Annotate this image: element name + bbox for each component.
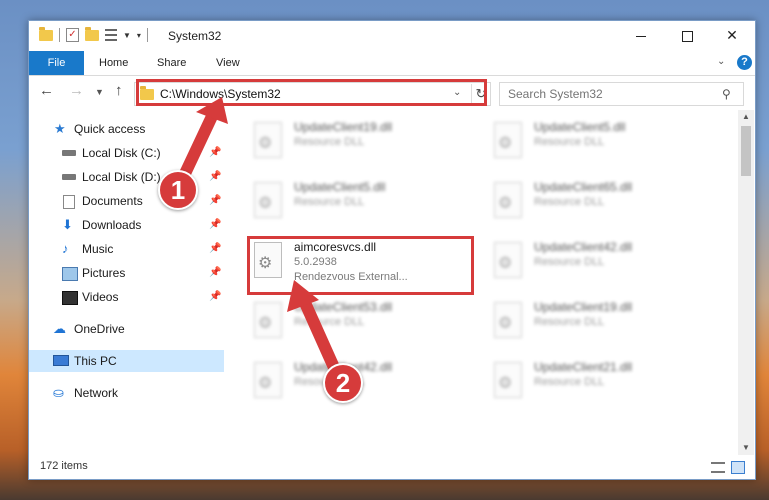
callout-step-1: 1 xyxy=(158,170,198,210)
arrow-1 xyxy=(176,97,228,186)
arrow-2 xyxy=(287,280,342,378)
callout-step-2: 2 xyxy=(323,363,363,403)
callout-arrows xyxy=(176,97,342,378)
